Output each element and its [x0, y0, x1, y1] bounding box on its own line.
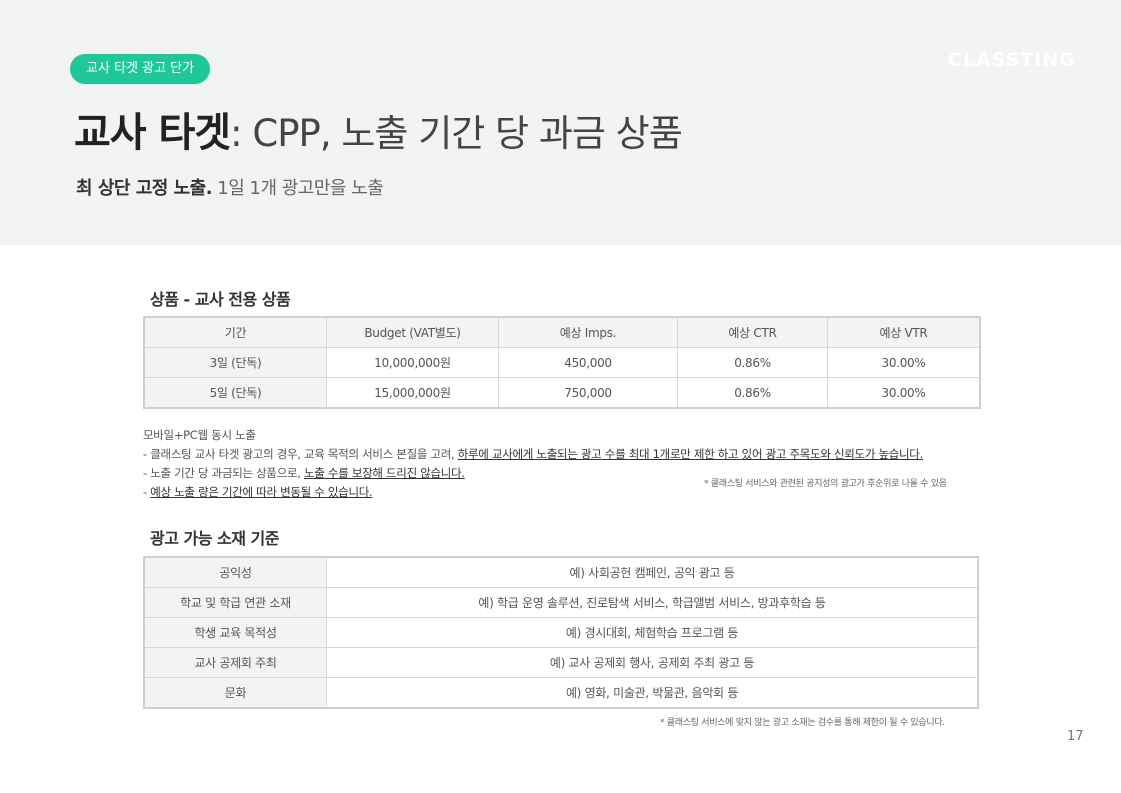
product-table: 기간 Budget (VAT별도) 예상 Imps. 예상 CTR 예상 VTR…	[143, 316, 981, 409]
table-cell: 30.00%	[827, 377, 981, 409]
table-row: 공익성 예) 사회공헌 캠페인, 공익 광고 등	[143, 556, 979, 588]
note-emphasis: 하루에 교사에게 노출되는 광고 수를 최대 1개로만 제한 하고 있어 광고 …	[457, 447, 924, 461]
column-header: 예상 CTR	[677, 316, 828, 348]
table-cell: 750,000	[498, 377, 678, 409]
category-pill: 교사 타겟 광고 단가	[70, 54, 211, 84]
page-number: 17	[1067, 729, 1084, 744]
table-cell: 15,000,000원	[326, 377, 499, 409]
table-row: 5일 (단독) 15,000,000원 750,000 0.86% 30.00%	[143, 377, 981, 409]
subtitle-light: 1일 1개 광고만을 노출	[212, 178, 384, 199]
note-text: - 노출 기간 당 과금되는 상품으로,	[143, 466, 304, 480]
title-light: : CPP, 노출 기간 당 과금 상품	[230, 112, 683, 155]
product-footnote: * 클래스팅 서비스와 관련된 공지성의 광고가 후순위로 나올 수 있음	[704, 479, 947, 489]
table-cell: 0.86%	[677, 377, 828, 409]
table-cell: 학교 및 학급 연관 소재	[143, 587, 327, 618]
note-line: - 클래스팅 교사 타겟 광고의 경우, 교육 목적의 서비스 본질을 고려, …	[143, 445, 923, 464]
column-header: 예상 Imps.	[498, 316, 678, 348]
column-header: 기간	[143, 316, 327, 348]
table-cell: 5일 (단독)	[143, 377, 327, 409]
product-notes: 모바일+PC웹 동시 노출 - 클래스팅 교사 타겟 광고의 경우, 교육 목적…	[143, 426, 923, 502]
table-cell: 3일 (단독)	[143, 347, 327, 378]
table-cell: 학생 교육 목적성	[143, 617, 327, 648]
creative-table: 공익성 예) 사회공헌 캠페인, 공익 광고 등 학교 및 학급 연관 소재 예…	[143, 556, 979, 709]
page-subtitle: 최 상단 고정 노출. 1일 1개 광고만을 노출	[76, 174, 384, 200]
table-cell: 공익성	[143, 556, 327, 588]
creative-footnote: * 클래스팅 서비스에 맞지 않는 광고 소재는 검수를 통해 제한이 될 수 …	[660, 718, 945, 728]
table-row: 3일 (단독) 10,000,000원 450,000 0.86% 30.00%	[143, 347, 981, 378]
table-cell: 문화	[143, 677, 327, 709]
table-cell: 30.00%	[827, 347, 981, 378]
page-title: 교사 타겟: CPP, 노출 기간 당 과금 상품	[74, 100, 683, 158]
note-emphasis: 예상 노출 량은 기간에 따라 변동될 수 있습니다.	[150, 485, 373, 499]
table-row: 학생 교육 목적성 예) 경시대회, 체험학습 프로그램 등	[143, 617, 979, 648]
note-text: - 클래스팅 교사 타겟 광고의 경우, 교육 목적의 서비스 본질을 고려,	[143, 447, 458, 461]
table-cell: 교사 공제회 주최	[143, 647, 327, 678]
table-cell: 예) 학급 운영 솔루션, 진로탐색 서비스, 학급앨범 서비스, 방과후학습 …	[326, 587, 979, 618]
table-cell: 예) 교사 공제회 행사, 공제회 주최 광고 등	[326, 647, 979, 678]
table-cell: 예) 영화, 미술관, 박물관, 음악회 등	[326, 677, 979, 709]
table-row: 학교 및 학급 연관 소재 예) 학급 운영 솔루션, 진로탐색 서비스, 학급…	[143, 587, 979, 618]
product-section-title: 상품 - 교사 전용 상품	[150, 290, 291, 309]
column-header: 예상 VTR	[827, 316, 981, 348]
title-strong: 교사 타겟	[74, 110, 231, 156]
subtitle-strong: 최 상단 고정 노출.	[76, 178, 213, 199]
table-header-row: 기간 Budget (VAT별도) 예상 Imps. 예상 CTR 예상 VTR	[143, 316, 981, 348]
table-cell: 0.86%	[677, 347, 828, 378]
table-cell: 예) 경시대회, 체험학습 프로그램 등	[326, 617, 979, 648]
note-emphasis: 노출 수를 보장해 드리진 않습니다.	[303, 466, 465, 480]
table-cell: 10,000,000원	[326, 347, 499, 378]
table-cell: 예) 사회공헌 캠페인, 공익 광고 등	[326, 556, 979, 588]
creative-section-title: 광고 가능 소재 기준	[150, 529, 279, 548]
table-row: 교사 공제회 주최 예) 교사 공제회 행사, 공제회 주최 광고 등	[143, 647, 979, 678]
table-cell: 450,000	[498, 347, 678, 378]
brand-logo: CLASSTING	[948, 49, 1076, 71]
column-header: Budget (VAT별도)	[326, 316, 499, 348]
note-line: 모바일+PC웹 동시 노출	[143, 428, 256, 442]
table-row: 문화 예) 영화, 미술관, 박물관, 음악회 등	[143, 677, 979, 709]
